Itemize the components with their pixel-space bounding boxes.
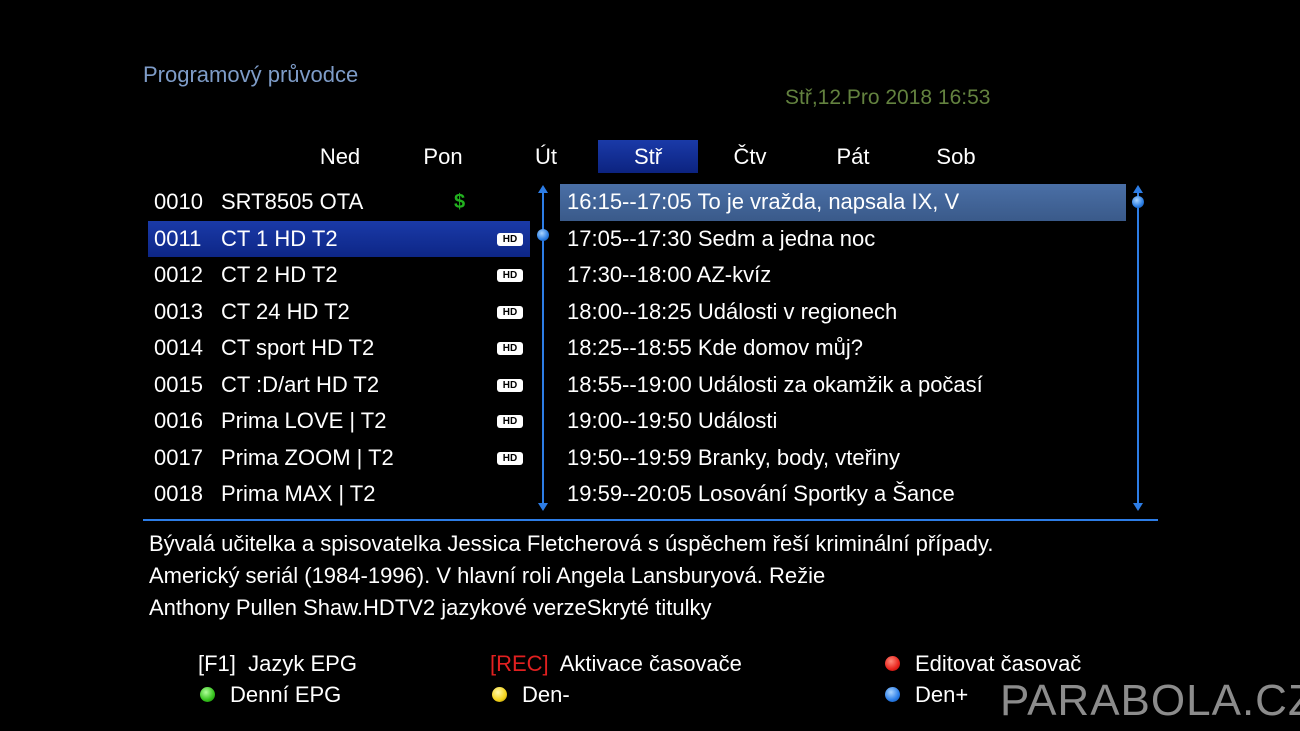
red-button-icon [885,656,900,672]
description-line: Americký seriál (1984-1996). V hlavní ro… [149,563,826,588]
hd-badge-icon: HD [497,269,523,282]
hd-badge-icon: HD [497,415,523,428]
hd-badge-icon: HD [497,305,523,319]
event-row[interactable]: 18:25--18:55 Kde domov můj? [560,330,1126,367]
event-row[interactable]: 18:55--19:00 Události za okamžik a počas… [560,367,1126,404]
channel-number: 0018 [154,481,203,506]
channel-row[interactable]: 0010 SRT8505 OTA $ [148,184,530,221]
channel-number: 0010 [154,189,203,214]
channel-number: 0015 [154,371,203,397]
rec-key-label: [REC] [490,651,549,676]
channel-number: 0016 [154,408,203,433]
hd-badge-icon: HD [497,451,523,465]
tab-day-ctv[interactable]: Čtv [700,140,800,173]
channel-list: 0010 SRT8505 OTA $ 0011 CT 1 HD T2 HD 0012 CT… [148,184,530,513]
legend-green: Denní EPG [200,681,341,709]
channel-row[interactable]: 0015 CT :D/art HD T2 HD [148,367,530,404]
hd-badge-icon: HD [497,232,523,246]
channel-row[interactable]: 0014 CT sport HD T2 HD [148,330,530,367]
f1-key-label: [F1] [198,651,236,676]
tab-day-sob[interactable]: Sob [906,140,1006,173]
tab-day-ut[interactable]: Út [496,140,596,173]
channel-row[interactable]: 0012 CT 2 HD T2 HD [148,257,530,294]
channel-name: CT 24 HD T2 [221,298,350,324]
day-tabs: Ned Pon Út Stř Čtv Pát Sob [0,140,1300,174]
channel-name: CT sport HD T2 [221,335,375,360]
channel-name: CT :D/art HD T2 [221,371,380,397]
channel-name: Prima ZOOM | T2 [221,444,394,470]
red-action-label: Editovat časovač [915,651,1082,676]
tab-day-pat[interactable]: Pát [803,140,903,173]
event-row[interactable]: 19:00--19:50 Události [560,403,1126,440]
watermark-text: PARABOLA.CZ [1000,676,1300,725]
channel-number: 0014 [154,335,203,360]
channel-row[interactable]: 0017 Prima ZOOM | T2 HD [148,440,530,477]
channel-row[interactable]: 0018 Prima MAX | T2 [148,476,530,513]
event-row[interactable]: 17:30--18:00 AZ-kvíz [560,257,1126,294]
hd-badge-icon: HD [497,378,523,392]
scrollbar-track [1137,192,1139,504]
channel-row[interactable]: 0016 Prima LOVE | T2 HD [148,403,530,440]
event-list: 16:15--17:05 To je vražda, napsala IX, V… [560,184,1126,513]
rec-action-label: Aktivace časovače [559,651,742,676]
f1-action-label: Jazyk EPG [248,651,357,676]
blue-button-icon [885,687,900,703]
hd-badge-icon: HD [497,342,523,355]
channel-name: SRT8505 OTA [221,189,364,214]
legend-red: Editovat časovač [885,650,1081,678]
event-row[interactable]: 17:05--17:30 Sedm a jedna noc [560,221,1126,258]
legend-f1: [F1] Jazyk EPG [198,650,357,678]
tab-day-pon[interactable]: Pon [393,140,493,173]
blue-action-label: Den+ [915,682,969,707]
pay-channel-icon: $ [454,191,466,213]
yellow-button-icon [492,687,507,703]
tab-day-ned[interactable]: Ned [290,140,390,173]
channel-name: CT 1 HD T2 [221,225,338,251]
page-title: Programový průvodce [143,62,359,87]
channel-number: 0013 [154,298,203,324]
legend-blue: Den+ [885,681,968,709]
event-row[interactable]: 16:15--17:05 To je vražda, napsala IX, V [560,184,1126,221]
channel-row[interactable]: 0011 CT 1 HD T2 HD [148,220,530,257]
description-line: Bývalá učitelka a spisovatelka Jessica F… [149,531,994,556]
channel-number: 0017 [154,444,203,470]
legend-rec: [REC] Aktivace časovače [490,650,742,678]
event-row[interactable]: 19:59--20:05 Losování Sportky a Šance [560,476,1126,513]
event-row[interactable]: 18:00--18:25 Události v regionech [560,294,1126,331]
channel-number: 0011 [154,225,202,251]
divider [143,519,1158,521]
current-datetime: Stř,12.Pro 2018 16:53 [785,86,991,109]
scroll-down-arrow-icon[interactable] [538,503,548,511]
green-button-icon [200,687,215,703]
yellow-action-label: Den- [522,682,570,707]
scrollbar-thumb[interactable] [537,229,549,241]
channel-number: 0012 [154,262,203,287]
channel-row[interactable]: 0013 CT 24 HD T2 HD [148,294,530,331]
tab-day-str[interactable]: Stř [598,140,698,173]
legend-yellow: Den- [492,681,570,709]
channel-name: Prima LOVE | T2 [221,408,387,433]
event-description: Bývalá učitelka a spisovatelka Jessica F… [149,528,1149,624]
event-row[interactable]: 19:50--19:59 Branky, body, vteřiny [560,440,1126,477]
channel-name: CT 2 HD T2 [221,262,338,287]
scrollbar-thumb[interactable] [1132,196,1144,208]
green-action-label: Denní EPG [230,682,342,707]
description-line: Anthony Pullen Shaw.HDTV2 jazykové verze… [149,595,712,620]
channel-name: Prima MAX | T2 [221,481,376,506]
scroll-down-arrow-icon[interactable] [1133,503,1143,511]
